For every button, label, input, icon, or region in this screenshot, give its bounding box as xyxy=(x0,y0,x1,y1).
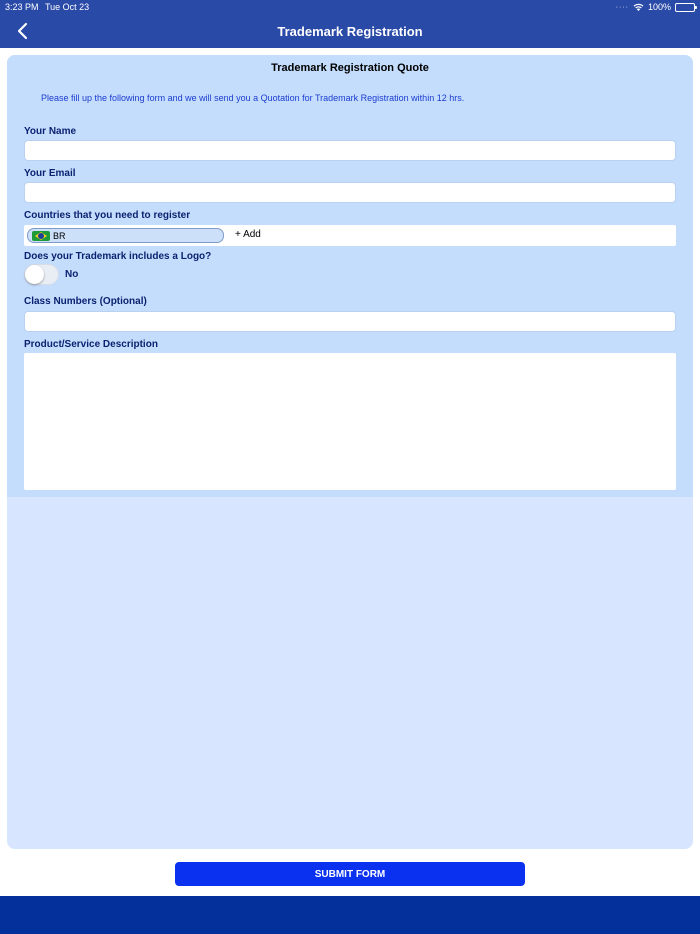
form-title: Trademark Registration Quote xyxy=(271,62,429,74)
quote-form-card: Trademark Registration Quote Please fill… xyxy=(7,55,693,849)
wifi-icon xyxy=(633,3,644,11)
name-field[interactable] xyxy=(24,140,676,161)
logo-toggle[interactable] xyxy=(24,264,59,285)
class-numbers-field[interactable] xyxy=(24,311,676,332)
status-bar: 3:23 PM Tue Oct 23 ···· 100% xyxy=(0,0,700,14)
country-chip-label: BR xyxy=(53,231,66,241)
toggle-knob xyxy=(25,265,44,284)
status-time: 3:23 PM xyxy=(5,2,39,12)
email-label: Your Email xyxy=(24,168,76,179)
email-field[interactable] xyxy=(24,182,676,203)
status-indicators: ···· 100% xyxy=(615,2,697,12)
page-title: Trademark Registration xyxy=(277,24,423,39)
logo-toggle-value: No xyxy=(65,269,79,280)
form-intro-text: Please fill up the following form and we… xyxy=(41,93,465,103)
signal-dots-icon: ···· xyxy=(615,3,629,11)
bottom-bar xyxy=(0,896,700,934)
submit-form-button[interactable]: SUBMIT FORM xyxy=(175,862,525,886)
class-numbers-label: Class Numbers (Optional) xyxy=(24,296,147,307)
logo-question-label: Does your Trademark includes a Logo? xyxy=(24,251,212,262)
app-header: 3:23 PM Tue Oct 23 ···· 100% Trademark R… xyxy=(0,0,700,48)
countries-label: Countries that you need to register xyxy=(24,210,191,221)
brazil-flag-icon xyxy=(32,231,50,241)
name-label: Your Name xyxy=(24,126,77,137)
countries-field[interactable]: BR + Add xyxy=(24,225,676,246)
description-label: Product/Service Description xyxy=(24,339,158,350)
add-country-button[interactable]: + Add xyxy=(235,229,261,240)
status-date: Tue Oct 23 xyxy=(45,2,90,12)
description-textarea[interactable] xyxy=(24,353,676,490)
battery-icon xyxy=(675,2,697,12)
battery-percent: 100% xyxy=(647,2,671,12)
country-chip-br[interactable]: BR xyxy=(27,228,224,243)
